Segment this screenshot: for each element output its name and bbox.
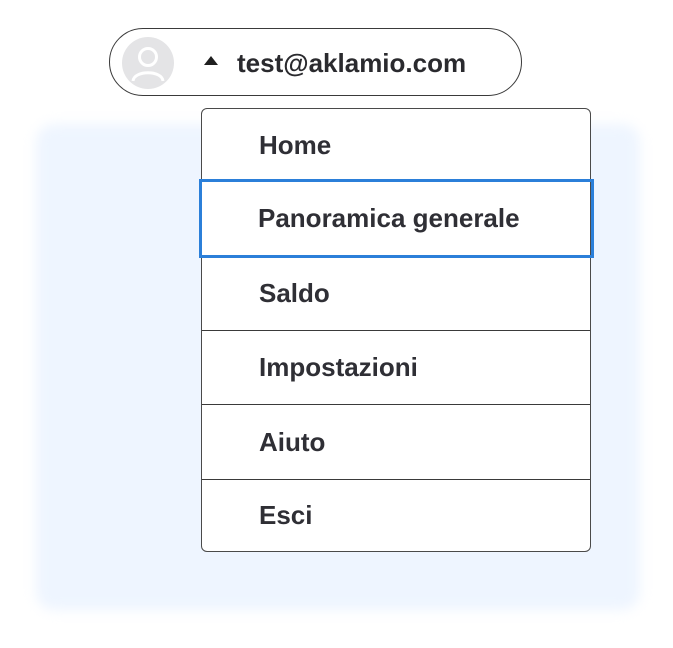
menu-item-label: Impostazioni — [259, 352, 418, 382]
menu-item-label: Esci — [259, 500, 313, 530]
user-avatar-icon — [122, 37, 174, 89]
menu-item-panoramica-generale[interactable]: Panoramica generale — [199, 179, 594, 258]
account-email: test@aklamio.com — [237, 48, 467, 78]
account-menu-toggle[interactable]: test@aklamio.com — [109, 28, 522, 96]
menu-item-label: Home — [259, 129, 332, 160]
menu-item-esci[interactable]: Esci — [202, 480, 590, 551]
menu-item-home[interactable]: Home — [202, 109, 590, 181]
caret-up-icon — [204, 56, 218, 65]
menu-item-label: Saldo — [259, 277, 330, 308]
menu-item-impostazioni[interactable]: Impostazioni — [202, 331, 590, 404]
menu-item-saldo[interactable]: Saldo — [202, 256, 590, 330]
menu-item-aiuto[interactable]: Aiuto — [202, 405, 590, 479]
menu-item-label: Aiuto — [259, 426, 326, 457]
account-dropdown-menu: Home Panoramica generale Saldo Impostazi… — [199, 108, 594, 552]
menu-item-label: Panoramica generale — [258, 203, 520, 233]
page: test@aklamio.com Home Panoramica general… — [0, 0, 673, 648]
